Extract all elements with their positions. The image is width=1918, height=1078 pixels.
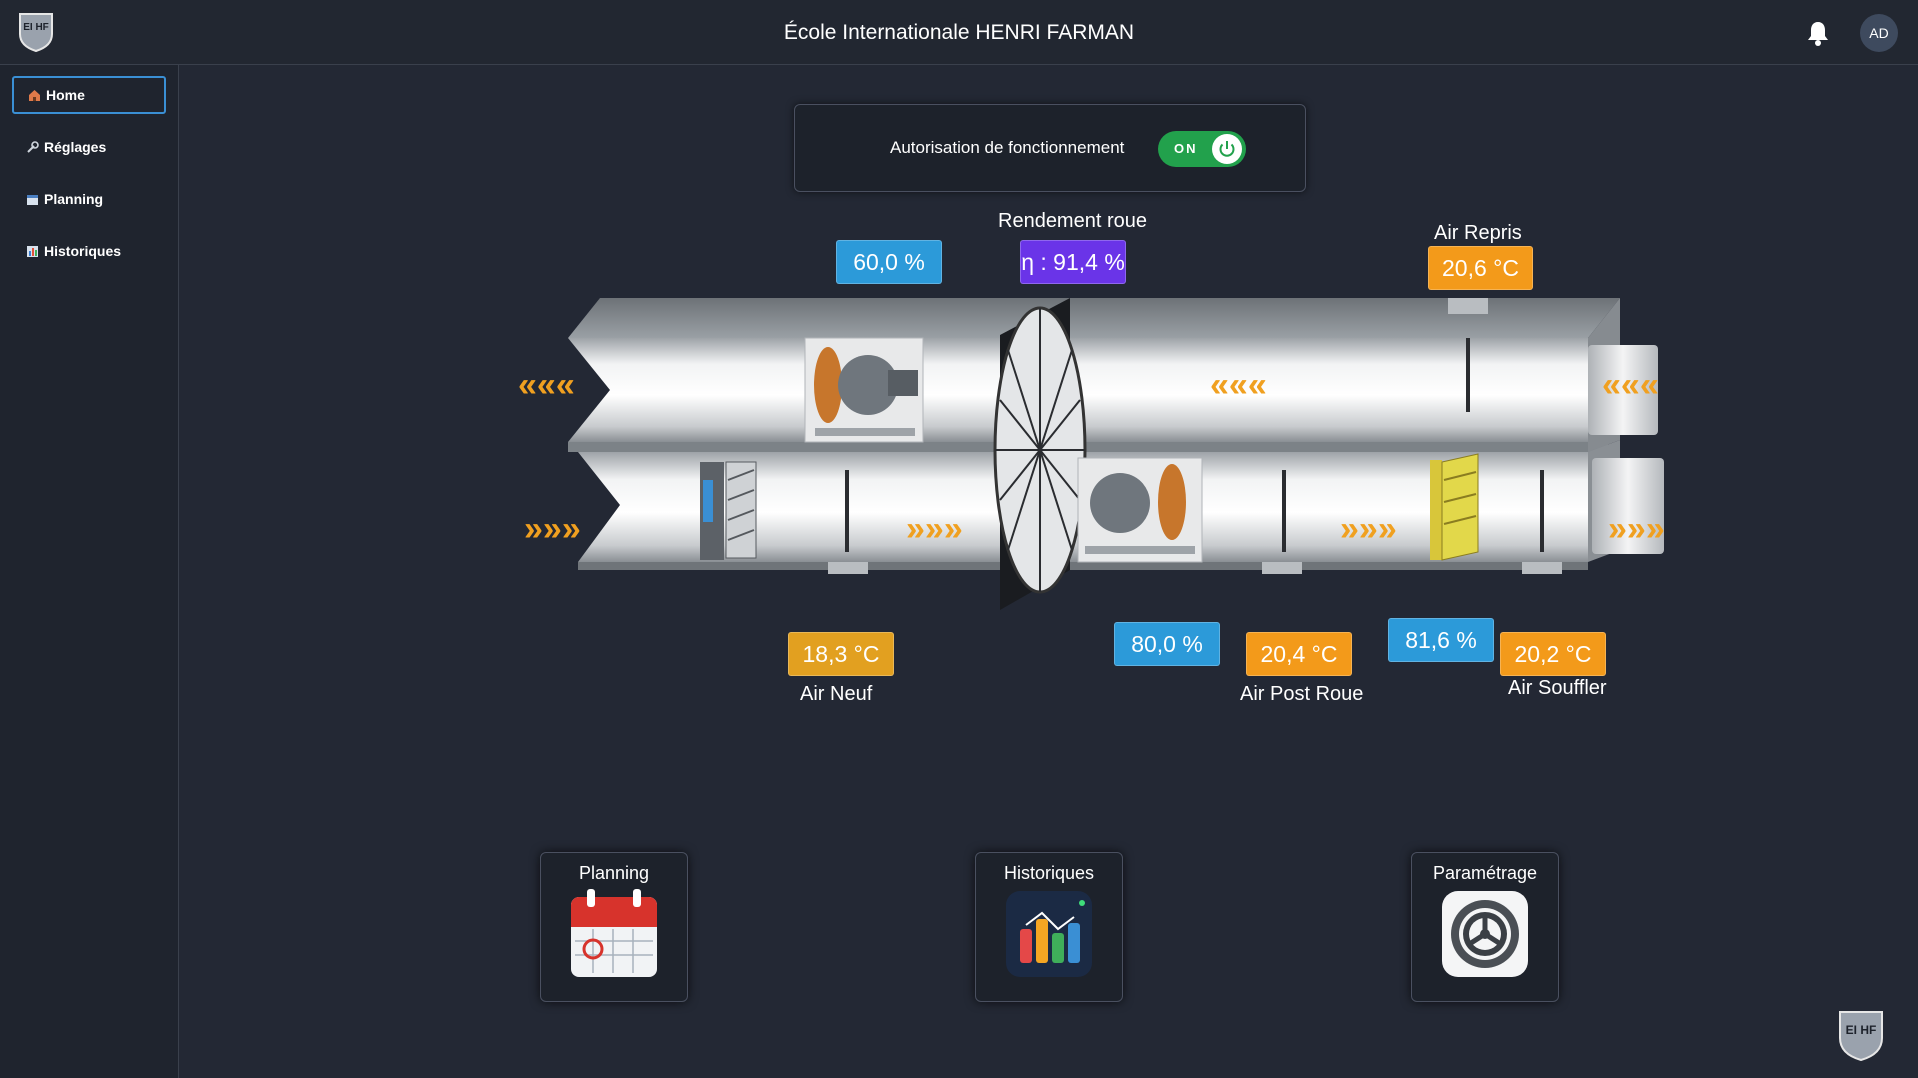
sidebar-item-label: Historiques [44,243,122,259]
supply-fan [1077,457,1203,563]
supply-flow-arrow-1: »»» [906,510,963,548]
sidebar: Home Réglages Planning Historiques [0,65,179,1078]
toggle-state-label: ON [1174,141,1198,156]
return-inlet-arrow: ««« [1602,366,1659,404]
exhaust-outlet-arrow: ««« [518,366,575,404]
shortcut-historiques-tile[interactable]: Historiques [975,852,1123,1002]
air-repris-title: Air Repris [1434,222,1522,244]
shortcut-label: Historiques [1003,863,1095,883]
air-handling-unit-diagram: ««« ««« ««« »»» »»» »»» »»» [518,298,1665,610]
sidebar-item-historiques[interactable]: Historiques [12,232,166,270]
air-neuf-title: Air Neuf [800,683,873,705]
air-souffler-title: Air Souffler [1508,677,1607,699]
exhaust-fan [804,337,924,443]
shortcut-label: Planning [578,863,650,883]
shortcut-parametrage-tile[interactable]: Paramétrage [1411,852,1559,1002]
intake-damper [700,461,757,560]
user-avatar[interactable]: AD [1860,14,1898,52]
house-icon [29,89,40,101]
svg-text:EI HF: EI HF [1846,1023,1877,1037]
school-logo-icon: EI HF [1839,1011,1883,1062]
supply-fan-speed-badge: 80,0 % [1114,622,1220,666]
extract-fan-speed-badge: 60,0 % [836,240,942,284]
air-souffler-temp-badge: 20,2 °C [1500,632,1606,676]
fresh-air-arrow: »»» [524,510,581,548]
power-icon [1219,141,1235,157]
valve-position-badge: 81,6 % [1388,618,1494,662]
chart-icon [1006,891,1092,977]
shortcut-label: Paramétrage [1432,863,1538,883]
air-repris-temp-badge: 20,6 °C [1428,246,1533,290]
gear-icon [1442,891,1528,977]
exhaust-flow-arrow: ««« [1210,366,1267,404]
sidebar-item-label: Planning [44,191,104,207]
sidebar-item-label: Home [46,87,85,103]
air-post-roue-temp-badge: 20,4 °C [1246,632,1352,676]
notification-bell-icon[interactable] [1806,20,1830,46]
heating-coil [1430,453,1479,561]
wheel-efficiency-badge: η : 91,4 % [1020,240,1126,284]
calendar-icon [571,889,657,977]
air-post-roue-title: Air Post Roue [1240,683,1364,705]
shortcut-planning-tile[interactable]: Planning [540,852,688,1002]
calendar-icon [27,194,38,205]
authorization-panel: Autorisation de fonctionnement ON [794,104,1306,192]
sidebar-item-label: Réglages [44,139,107,155]
sidebar-item-planning[interactable]: Planning [12,180,166,218]
authorization-label: Autorisation de fonctionnement [890,138,1125,157]
authorization-toggle[interactable]: ON [1158,131,1246,167]
air-neuf-temp-badge: 18,3 °C [788,632,894,676]
supply-outlet-arrow: »»» [1608,510,1665,548]
sidebar-item-reglages[interactable]: Réglages [12,128,166,166]
top-bar: EI HF École Internationale HENRI FARMAN … [0,0,1918,65]
toggle-knob [1212,134,1242,164]
wheel-efficiency-title: Rendement roue [998,210,1147,232]
chart-icon [27,245,38,257]
wrench-icon [27,140,39,153]
app-title: École Internationale HENRI FARMAN [783,21,1135,44]
supply-flow-arrow-2: »»» [1340,510,1397,548]
sidebar-item-home[interactable]: Home [12,76,166,114]
